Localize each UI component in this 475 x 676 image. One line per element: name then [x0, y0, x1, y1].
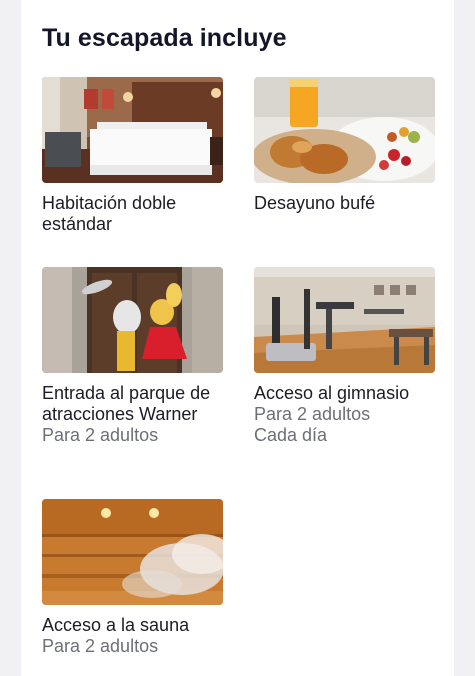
gym-detail-frequency: Cada día	[254, 425, 328, 445]
included-item-room: Habitación doble estándar	[42, 77, 223, 235]
room-image	[42, 77, 223, 183]
included-item-gym: Acceso al gimnasio Para 2 adultos Cada d…	[254, 267, 435, 446]
included-item-warner-park: Entrada al parque de atracciones Warner …	[42, 267, 223, 446]
gym-name: Acceso al gimnasio	[254, 383, 410, 403]
room-name: Habitación doble estándar	[42, 193, 177, 234]
warner-park-image	[42, 267, 223, 373]
sauna-name: Acceso a la sauna	[42, 615, 190, 635]
sauna-image	[42, 499, 223, 605]
warner-park-detail: Para 2 adultos	[42, 425, 159, 445]
sauna-detail: Para 2 adultos	[42, 636, 159, 656]
gym-detail-adults: Para 2 adultos	[254, 404, 371, 424]
warner-park-name: Entrada al parque de atracciones Warner	[42, 383, 211, 424]
includes-card: Tu escapada incluye Habitación doble est…	[21, 0, 454, 676]
included-item-breakfast: Desayuno bufé	[254, 77, 435, 214]
breakfast-image	[254, 77, 435, 183]
included-item-sauna: Acceso a la sauna Para 2 adultos	[42, 499, 223, 657]
section-title: Tu escapada incluye	[42, 24, 287, 52]
gym-image	[254, 267, 435, 373]
breakfast-name: Desayuno bufé	[254, 193, 376, 213]
